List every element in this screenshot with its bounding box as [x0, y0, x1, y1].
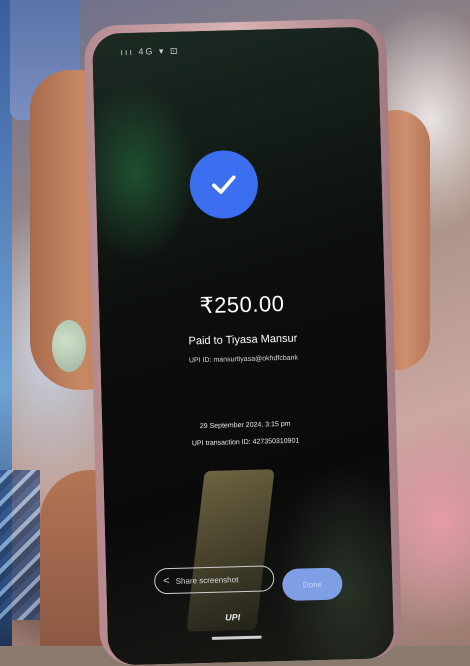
success-check-badge	[188, 149, 259, 220]
upi-logo: UPI	[225, 612, 241, 623]
payment-datetime: 29 September 2024, 3:15 pm	[199, 420, 291, 431]
payee-name: Paid to Tiyasa Mansur	[188, 332, 298, 348]
check-icon	[212, 175, 236, 194]
payee-upi-id: UPI ID: mansurtiyasa@okhdfcbank	[188, 354, 299, 365]
fabric-pattern	[0, 470, 40, 620]
share-button-label: Share screenshot	[175, 574, 239, 586]
payment-amount: ₹250.00	[199, 290, 285, 319]
phone-screen: ııı 4G ▾ ⊡ ₹250.00 Paid to Tiyasa Mansur…	[91, 26, 395, 666]
done-button[interactable]: Done	[281, 567, 343, 602]
status-bar: ııı 4G ▾ ⊡	[120, 45, 180, 58]
screen-glare	[186, 469, 275, 632]
share-screenshot-button[interactable]: < Share screenshot	[153, 565, 275, 595]
transaction-id: UPI transaction ID: 427350310901	[191, 437, 300, 448]
share-icon: <	[163, 575, 170, 588]
thumb-nail	[52, 320, 86, 372]
gesture-nav-bar[interactable]	[211, 635, 262, 640]
phone: ııı 4G ▾ ⊡ ₹250.00 Paid to Tiyasa Mansur…	[83, 18, 403, 666]
